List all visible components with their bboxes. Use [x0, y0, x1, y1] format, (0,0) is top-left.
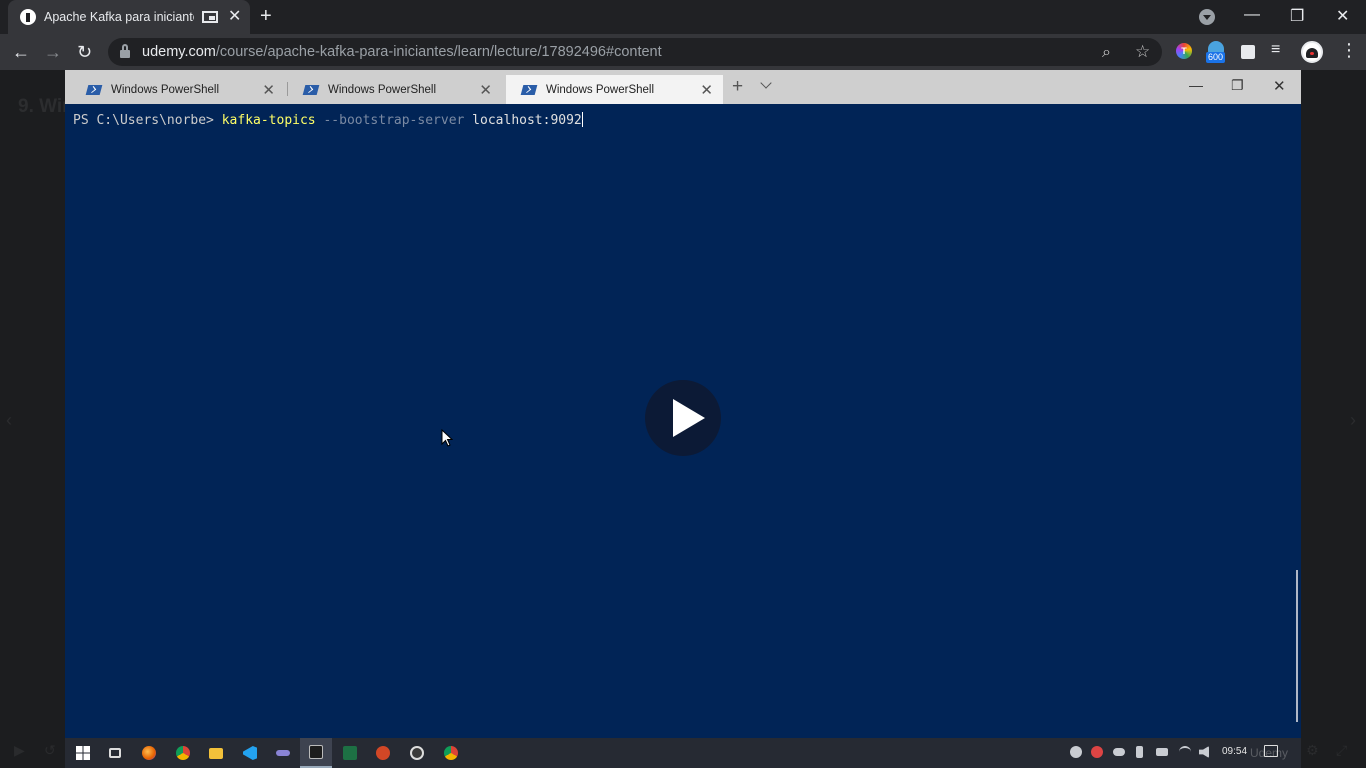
extensions-puzzle-icon[interactable] — [1241, 45, 1255, 59]
bookmark-star-icon[interactable]: ☆ — [1135, 42, 1150, 62]
close-window-button[interactable]: ✕ — [1336, 6, 1349, 26]
terminal-tab-2[interactable]: Windows PowerShell ✕ — [288, 75, 502, 104]
windows-start-icon[interactable] — [67, 738, 99, 768]
chrome-icon[interactable] — [435, 738, 467, 768]
microphone-icon[interactable] — [1136, 746, 1143, 758]
extension-cloud-icon[interactable]: 600 — [1205, 40, 1227, 63]
video-player[interactable]: Windows PowerShell ✕ Windows PowerShell … — [65, 70, 1301, 768]
firefox-icon[interactable] — [133, 738, 165, 768]
browser-toolbar: ← → ↻ udemy.com/course/apache-kafka-para… — [0, 34, 1366, 70]
command-name: kafka-topics — [221, 113, 316, 128]
udemy-favicon-icon — [20, 9, 36, 25]
close-tab-icon[interactable]: ✕ — [700, 81, 713, 99]
player-settings-icon[interactable]: ⚙ — [1306, 742, 1319, 759]
text-cursor — [581, 112, 583, 127]
tab-search-icon[interactable] — [1199, 9, 1215, 25]
media-queue-icon[interactable]: ≡ — [1271, 41, 1280, 59]
terminal-tab-label: Windows PowerShell — [328, 83, 437, 96]
file-explorer-icon[interactable] — [200, 738, 232, 768]
restore-window-button[interactable]: ❐ — [1290, 6, 1304, 26]
terminal-tab-1[interactable]: Windows PowerShell ✕ — [71, 75, 285, 104]
browser-tab-strip: Apache Kafka para iniciantes ✕ + — ❐ ✕ — [0, 0, 1366, 34]
vscode-icon[interactable] — [234, 738, 266, 768]
new-terminal-tab-icon[interactable]: + — [732, 76, 743, 98]
terminal-close-icon[interactable]: ✕ — [1273, 77, 1286, 95]
lock-icon[interactable] — [120, 44, 130, 58]
powershell-icon — [85, 84, 103, 95]
terminal-tab-label: Windows PowerShell — [111, 83, 220, 96]
terminal-tab-bar: Windows PowerShell ✕ Windows PowerShell … — [65, 70, 1301, 104]
tray-app-icon[interactable] — [1070, 746, 1082, 758]
terminal-restore-icon[interactable]: ❐ — [1231, 77, 1244, 94]
notifications-icon[interactable] — [1264, 745, 1278, 757]
extension-badge: 600 — [1206, 52, 1226, 63]
command-argument: localhost:9092 — [464, 113, 582, 128]
previous-lecture-icon[interactable]: ‹ — [6, 410, 12, 431]
close-tab-icon[interactable]: ✕ — [479, 81, 492, 99]
address-bar[interactable]: udemy.com/course/apache-kafka-para-inici… — [108, 38, 1162, 66]
command-parameter: --bootstrap-server — [315, 113, 465, 128]
task-view-icon[interactable] — [99, 738, 131, 768]
windows-taskbar: 09:54 Udemy — [65, 738, 1301, 768]
play-button-icon[interactable] — [645, 380, 721, 456]
close-tab-icon[interactable]: ✕ — [262, 81, 275, 99]
terminal-console[interactable]: PS C:\Users\norbe> kafka-topics --bootst… — [73, 112, 583, 128]
powershell-icon — [520, 84, 538, 95]
back-arrow-icon[interactable]: ← — [12, 42, 30, 62]
chevron-down-icon[interactable] — [760, 77, 772, 89]
browser-tab-active[interactable]: Apache Kafka para iniciantes ✕ — [8, 0, 250, 34]
minimize-window-button[interactable]: — — [1244, 6, 1260, 24]
new-tab-button[interactable]: + — [260, 5, 272, 28]
player-rewind-icon[interactable]: ↺ — [44, 742, 56, 759]
terminal-minimize-icon[interactable]: — — [1189, 77, 1203, 93]
profile-avatar[interactable] — [1301, 41, 1323, 63]
app-pill-icon[interactable] — [267, 738, 299, 768]
url-path: /course/apache-kafka-para-iniciantes/lea… — [215, 44, 662, 60]
taskbar-clock[interactable]: 09:54 — [1222, 746, 1247, 757]
shell-prompt: PS C:\Users\norbe> — [73, 113, 222, 128]
volume-icon[interactable] — [1199, 746, 1209, 758]
browser-tab-title: Apache Kafka para iniciantes — [44, 10, 194, 24]
obs-icon[interactable] — [401, 738, 433, 768]
terminal-tab-3-active[interactable]: Windows PowerShell ✕ — [506, 75, 723, 104]
powershell-icon — [302, 84, 320, 95]
close-tab-icon[interactable]: ✕ — [228, 9, 241, 25]
wifi-icon[interactable] — [1179, 746, 1191, 758]
tray-obs-icon[interactable] — [1091, 746, 1103, 758]
onedrive-icon[interactable] — [1113, 748, 1125, 756]
terminal-scrollbar[interactable] — [1296, 570, 1298, 722]
udemy-lecture-page: 9. Windows - Instalação Kafka ‹ › ▶ ↺ ⚙ … — [0, 70, 1366, 768]
reload-icon[interactable]: ↻ — [77, 42, 92, 62]
forward-arrow-icon[interactable]: → — [44, 42, 62, 62]
player-fullscreen-icon[interactable]: ⤢ — [1336, 742, 1347, 759]
chrome-icon[interactable] — [167, 738, 199, 768]
windows-terminal-icon[interactable] — [300, 738, 332, 768]
next-lecture-icon[interactable]: › — [1350, 410, 1356, 431]
picture-in-picture-icon[interactable] — [202, 11, 218, 23]
battery-icon[interactable] — [1156, 748, 1168, 756]
extension-t-icon[interactable]: T — [1176, 43, 1192, 59]
player-play-icon[interactable]: ▶ — [14, 742, 25, 759]
excel-icon[interactable] — [334, 738, 366, 768]
terminal-tab-label: Windows PowerShell — [546, 83, 655, 96]
chrome-menu-icon[interactable]: ⋮ — [1340, 40, 1358, 61]
url-host: udemy.com — [142, 44, 216, 60]
zoom-icon[interactable]: ⌕ — [1102, 44, 1111, 62]
powerpoint-icon[interactable] — [367, 738, 399, 768]
